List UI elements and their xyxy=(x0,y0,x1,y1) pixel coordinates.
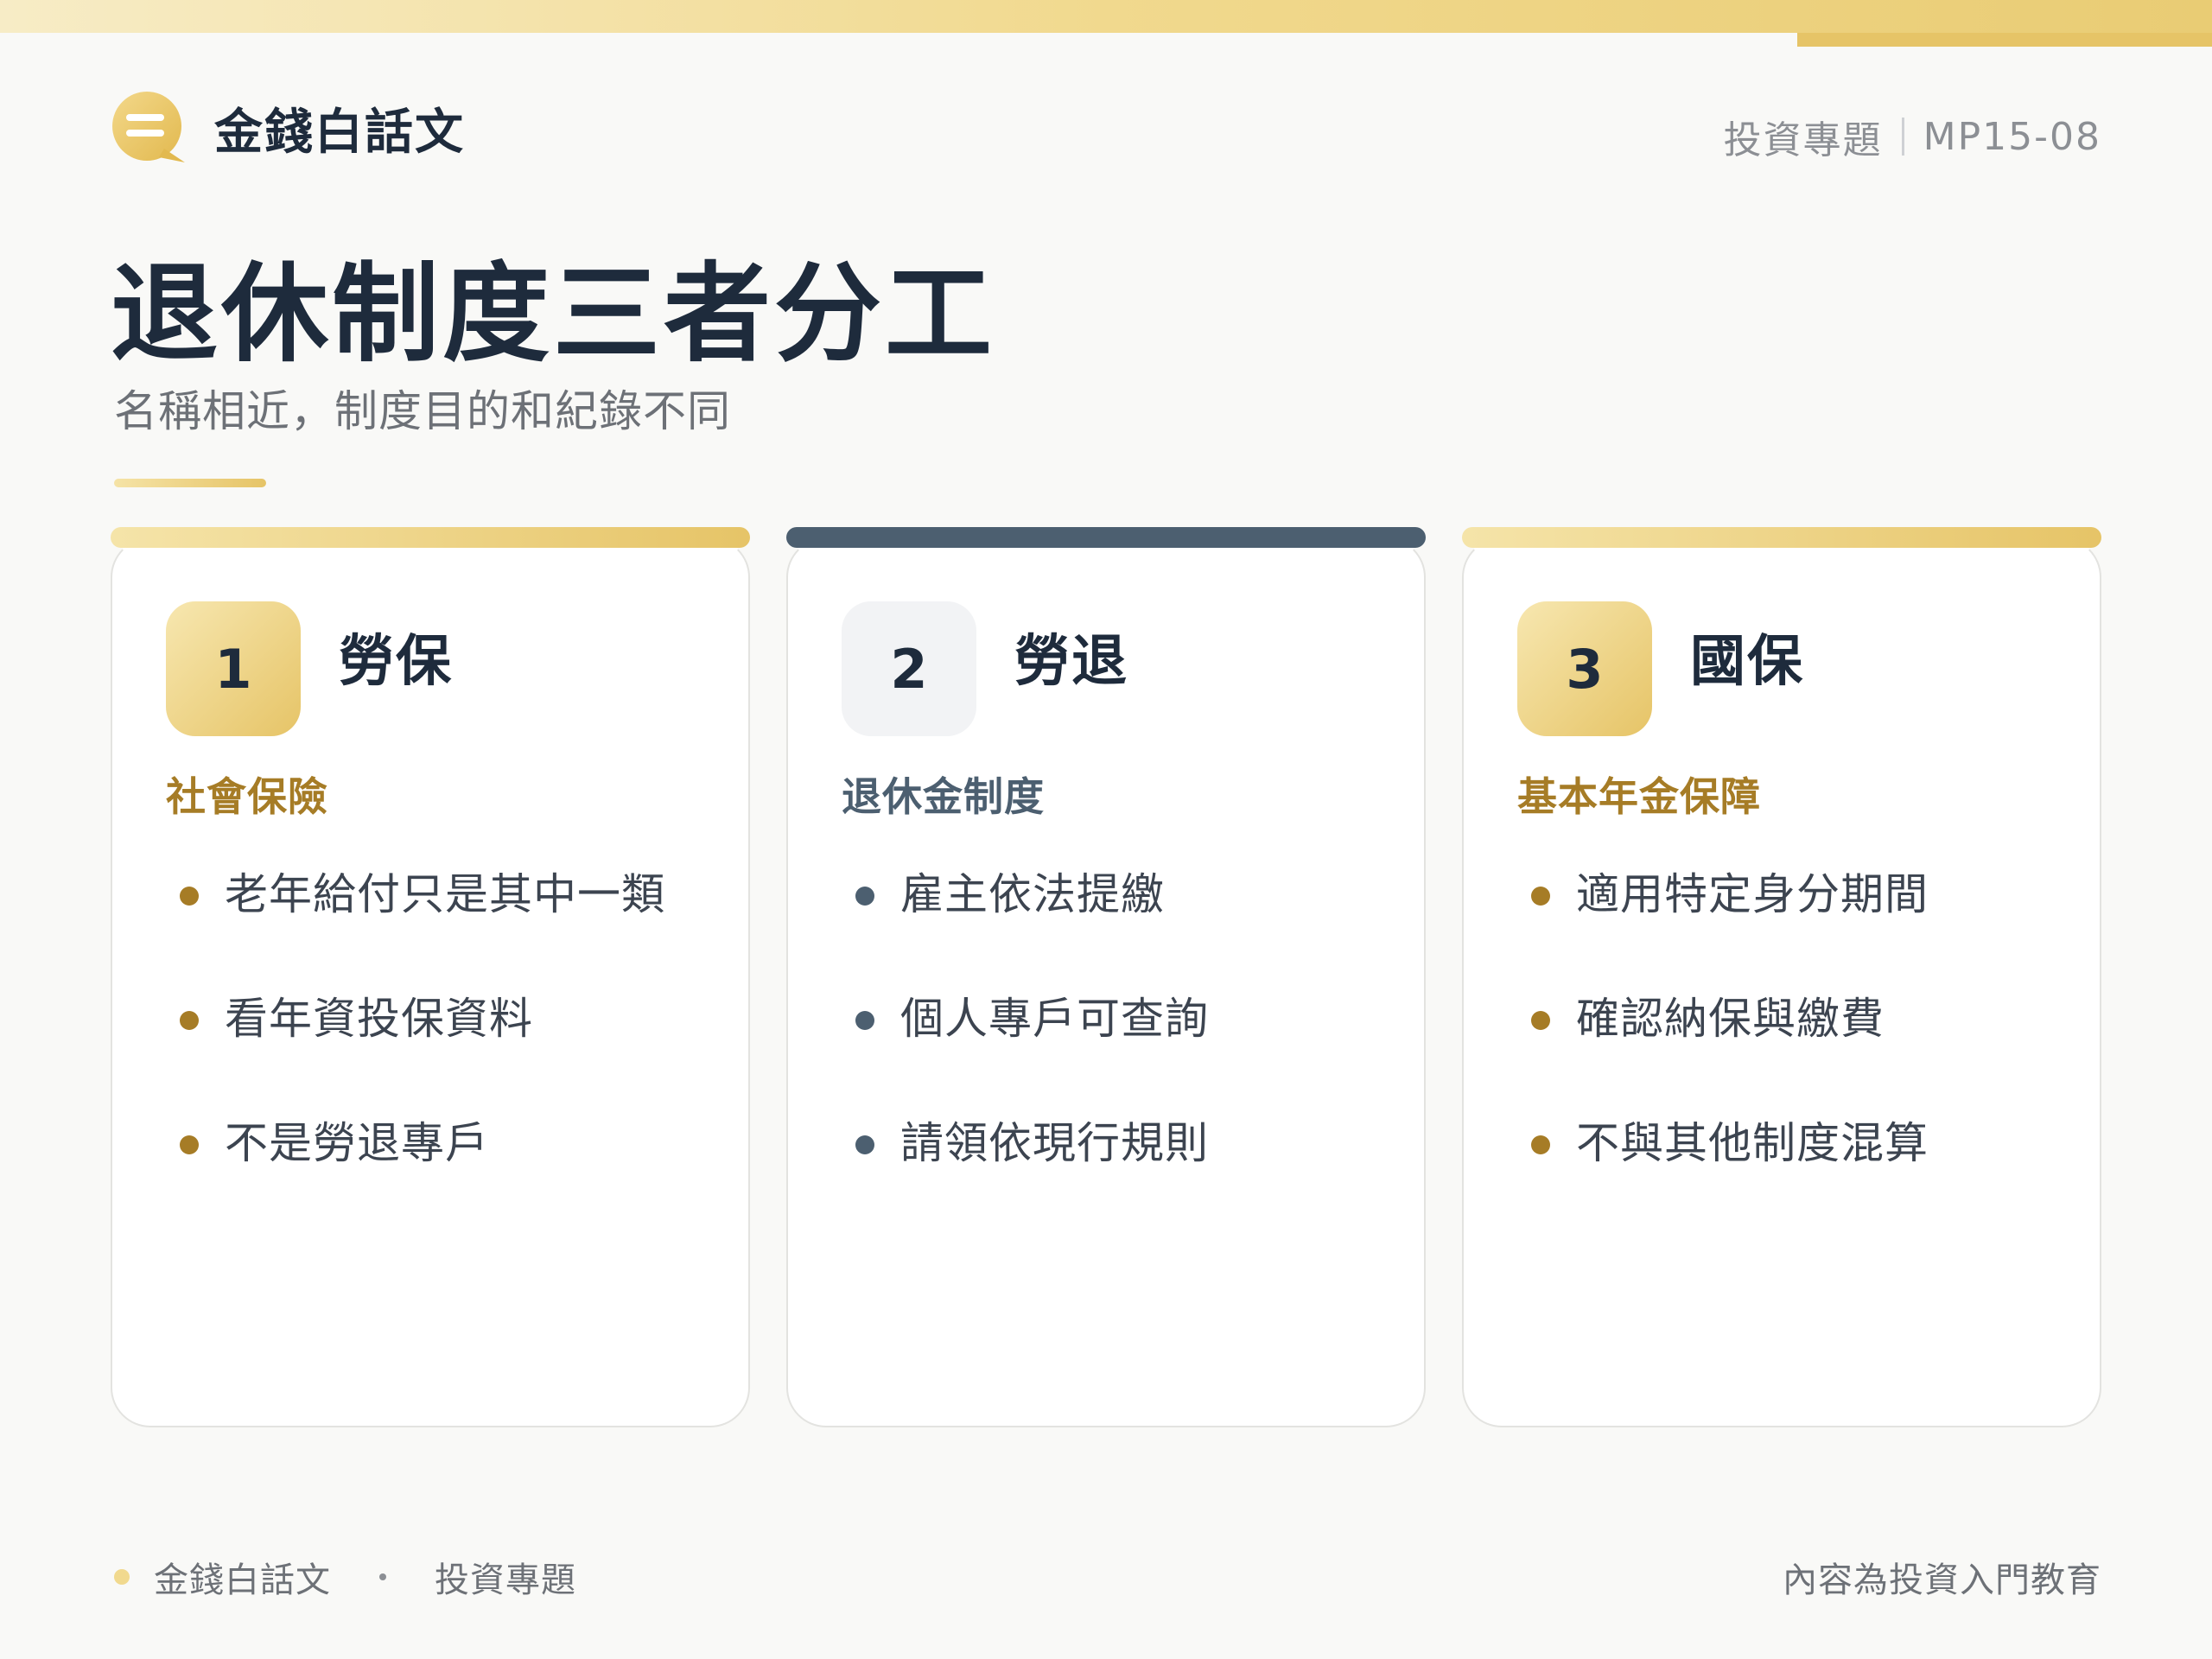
list-item: 看年資投保資料 xyxy=(166,988,665,1113)
brand-name: 金錢白話文 xyxy=(214,104,465,161)
card-grid: 1 勞保 社會保險 老年給付只是其中一類 看年資投保資料 不是勞退專戶 2 勞退… xyxy=(111,527,2101,1427)
list-item-text: 個人專戶可查詢 xyxy=(900,994,1209,1044)
list-item-text: 看年資投保資料 xyxy=(225,994,533,1044)
bullet-dot-icon xyxy=(855,887,874,906)
list-item-text: 老年給付只是其中一類 xyxy=(225,869,665,919)
number-badge: 1 xyxy=(166,601,301,736)
card-list: 老年給付只是其中一類 看年資投保資料 不是勞退專戶 xyxy=(166,864,665,1237)
bullet-dot-icon xyxy=(180,1135,199,1154)
card-subtitle: 基本年金保障 xyxy=(1517,773,1761,820)
card-labor-insurance: 1 勞保 社會保險 老年給付只是其中一類 看年資投保資料 不是勞退專戶 xyxy=(111,527,750,1427)
top-accent-bar xyxy=(0,0,2212,33)
list-item: 雇主依法提繳 xyxy=(842,864,1209,988)
card-top-accent xyxy=(1462,527,2101,548)
card-title: 國保 xyxy=(1690,630,1804,694)
bullet-dot-icon xyxy=(180,887,199,906)
footer-note: 內容為投資入門教育 xyxy=(1783,1560,2101,1600)
card-top-accent xyxy=(111,527,750,548)
card-labor-pension: 2 勞退 退休金制度 雇主依法提繳 個人專戶可查詢 請領依現行規則 xyxy=(786,527,1426,1427)
list-item-text: 適用特定身分期間 xyxy=(1576,869,1929,919)
brand: 金錢白話文 xyxy=(111,92,465,164)
list-item: 不是勞退專戶 xyxy=(166,1113,665,1237)
card-title: 勞退 xyxy=(1014,630,1128,694)
bullet-dot-icon xyxy=(1531,887,1550,906)
list-item: 個人專戶可查詢 xyxy=(842,988,1209,1113)
list-item: 請領依現行規則 xyxy=(842,1113,1209,1237)
page-title: 退休制度三者分工 xyxy=(111,252,996,377)
card-subtitle: 退休金制度 xyxy=(842,773,1045,820)
top-accent-strip xyxy=(1797,33,2212,47)
list-item: 不與其他制度混算 xyxy=(1517,1113,1929,1237)
card-title: 勞保 xyxy=(339,630,453,694)
footer-brand: 金錢白話文 xyxy=(154,1560,331,1600)
number-badge: 2 xyxy=(842,601,976,736)
title-underline xyxy=(114,479,266,487)
list-item-text: 不與其他制度混算 xyxy=(1576,1118,1929,1168)
bullet-dot-icon xyxy=(180,1011,199,1030)
bullet-dot-icon xyxy=(855,1011,874,1030)
list-item-text: 雇主依法提繳 xyxy=(900,869,1165,919)
header-separator xyxy=(1901,118,1904,156)
bullet-dot-icon xyxy=(1531,1011,1550,1030)
list-item-text: 請領依現行規則 xyxy=(900,1118,1209,1168)
card-top-accent xyxy=(786,527,1426,548)
list-item: 確認納保與繳費 xyxy=(1517,988,1929,1113)
card-list: 雇主依法提繳 個人專戶可查詢 請領依現行規則 xyxy=(842,864,1209,1237)
footer-separator xyxy=(379,1573,386,1580)
card-list: 適用特定身分期間 確認納保與繳費 不與其他制度混算 xyxy=(1517,864,1929,1237)
header-code: MP15-08 xyxy=(1923,114,2101,159)
bullet-dot-icon xyxy=(855,1135,874,1154)
footer-category: 投資專題 xyxy=(435,1560,576,1600)
card-national-pension: 3 國保 基本年金保障 適用特定身分期間 確認納保與繳費 不與其他制度混算 xyxy=(1462,527,2101,1427)
list-item-text: 確認納保與繳費 xyxy=(1576,994,1885,1044)
list-item: 老年給付只是其中一類 xyxy=(166,864,665,988)
header-category: 投資專題 xyxy=(1723,118,1883,162)
list-item-text: 不是勞退專戶 xyxy=(225,1118,489,1168)
footer-dot-icon xyxy=(114,1569,130,1585)
chat-bubble-logo-icon xyxy=(112,92,185,162)
footer-left: 金錢白話文 投資專題 xyxy=(114,1552,576,1602)
card-subtitle: 社會保險 xyxy=(166,773,328,820)
bullet-dot-icon xyxy=(1531,1135,1550,1154)
number-badge: 3 xyxy=(1517,601,1652,736)
header-meta: 投資專題 MP15-08 xyxy=(1724,109,2101,164)
list-item: 適用特定身分期間 xyxy=(1517,864,1929,988)
page-subtitle: 名稱相近，制度目的和紀錄不同 xyxy=(114,386,731,436)
